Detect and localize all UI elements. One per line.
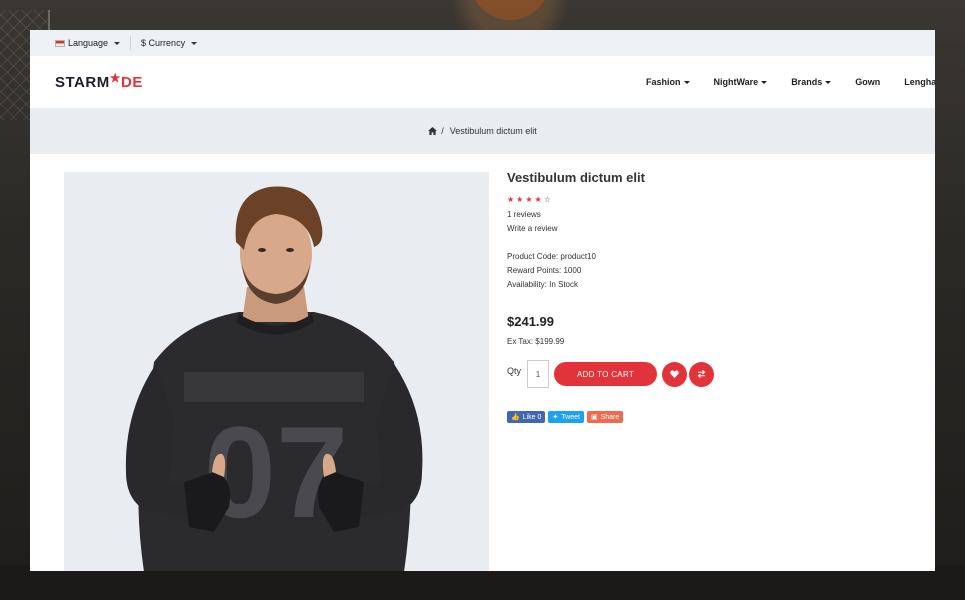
facebook-like-button[interactable]: 👍 Like 0 <box>507 411 546 423</box>
ex-tax-price: Ex Tax: $199.99 <box>507 337 565 346</box>
breadcrumb: / Vestibulum dictum elit <box>30 108 935 154</box>
star-filled-icon: ★ <box>534 195 542 204</box>
write-review-link[interactable]: Write a review <box>507 224 558 233</box>
nav-label: Lenghas <box>904 77 935 87</box>
nav-label: Brands <box>791 77 823 87</box>
product-info: Vestibulum dictum elit ★ ★ ★ ★ ☆ 1 revie… <box>507 170 927 423</box>
heart-icon <box>670 370 679 378</box>
reward-points: Reward Points: 1000 <box>507 266 582 275</box>
store-window: Language $ Currency STARM ★ DE Fashion N… <box>30 30 935 571</box>
product-image[interactable]: 07 <box>64 172 489 571</box>
nav-item-brands[interactable]: Brands <box>791 77 832 87</box>
topbar-divider <box>130 36 132 50</box>
nav-label: Fashion <box>646 77 681 87</box>
nav-item-lenghas[interactable]: Lenghas <box>904 77 935 87</box>
uk-flag-icon <box>55 39 65 47</box>
basketball <box>470 0 550 20</box>
add-to-cart-button[interactable]: ADD TO CART <box>554 362 658 386</box>
caret-down-icon <box>683 80 690 84</box>
availability: Availability: In Stock <box>507 280 578 289</box>
home-icon[interactable] <box>428 127 438 135</box>
product-price: $241.99 <box>507 314 554 329</box>
nav-item-fashion[interactable]: Fashion <box>646 77 690 87</box>
product-section: 07 Vestibulum dictum elit ★ ★ ★ ★ ☆ 1 re… <box>30 154 935 571</box>
breadcrumb-current[interactable]: Vestibulum dictum elit <box>450 126 537 136</box>
share-label: Share <box>600 413 620 421</box>
compare-button[interactable] <box>689 361 715 387</box>
caret-down-icon <box>191 41 198 45</box>
rating-stars: ★ ★ ★ ★ ☆ <box>507 195 927 204</box>
caret-down-icon <box>114 41 121 45</box>
logo-text-end: DE <box>120 73 143 91</box>
currency-label: $ Currency <box>141 38 186 48</box>
language-dropdown[interactable]: Language <box>55 38 121 48</box>
exchange-icon <box>697 370 706 378</box>
main-nav: Fashion NightWare Brands Gown Lenghas <box>646 56 935 108</box>
caret-down-icon <box>761 80 768 84</box>
nav-label: NightWare <box>713 77 759 87</box>
language-label: Language <box>68 38 109 48</box>
logo-text-start: STARM <box>55 73 110 91</box>
nav-item-gown[interactable]: Gown <box>855 77 880 87</box>
quantity-input[interactable]: 1 <box>527 360 550 388</box>
product-code: Product Code: product10 <box>507 252 596 261</box>
tweet-button[interactable]: ✦ Tweet <box>548 411 584 423</box>
qty-label: Qty <box>507 366 522 376</box>
social-share-bar: 👍 Like 0 ✦ Tweet ▣ Share <box>507 411 927 423</box>
nav-label: Gown <box>855 77 881 87</box>
star-empty-icon: ☆ <box>543 195 551 204</box>
model-wearing-shirt-image: 07 <box>125 186 423 571</box>
logo-star-icon: ★ <box>109 71 121 85</box>
top-bar: Language $ Currency <box>30 30 935 56</box>
wishlist-button[interactable] <box>662 361 688 387</box>
tweet-label: Tweet <box>561 413 580 421</box>
starmade-logo[interactable]: STARM ★ DE <box>55 71 143 91</box>
currency-dropdown[interactable]: $ Currency <box>141 38 198 48</box>
breadcrumb-separator: / <box>441 126 444 136</box>
site-header: STARM ★ DE Fashion NightWare Brands Gown… <box>30 56 935 108</box>
star-filled-icon: ★ <box>525 195 533 204</box>
caret-down-icon <box>825 80 832 84</box>
product-title: Vestibulum dictum elit <box>507 170 645 185</box>
like-label: Like 0 <box>522 413 542 421</box>
star-filled-icon: ★ <box>516 195 524 204</box>
share-icon: ▣ <box>590 414 598 421</box>
thumbs-up-icon: 👍 <box>511 414 520 421</box>
reviews-link[interactable]: 1 reviews <box>507 210 541 219</box>
share-button[interactable]: ▣ Share <box>586 411 624 423</box>
cart-controls: Qty 1 ADD TO CART <box>507 360 927 388</box>
twitter-bird-icon: ✦ <box>552 414 559 421</box>
star-filled-icon: ★ <box>507 195 515 204</box>
nav-item-nightware[interactable]: NightWare <box>714 77 768 87</box>
